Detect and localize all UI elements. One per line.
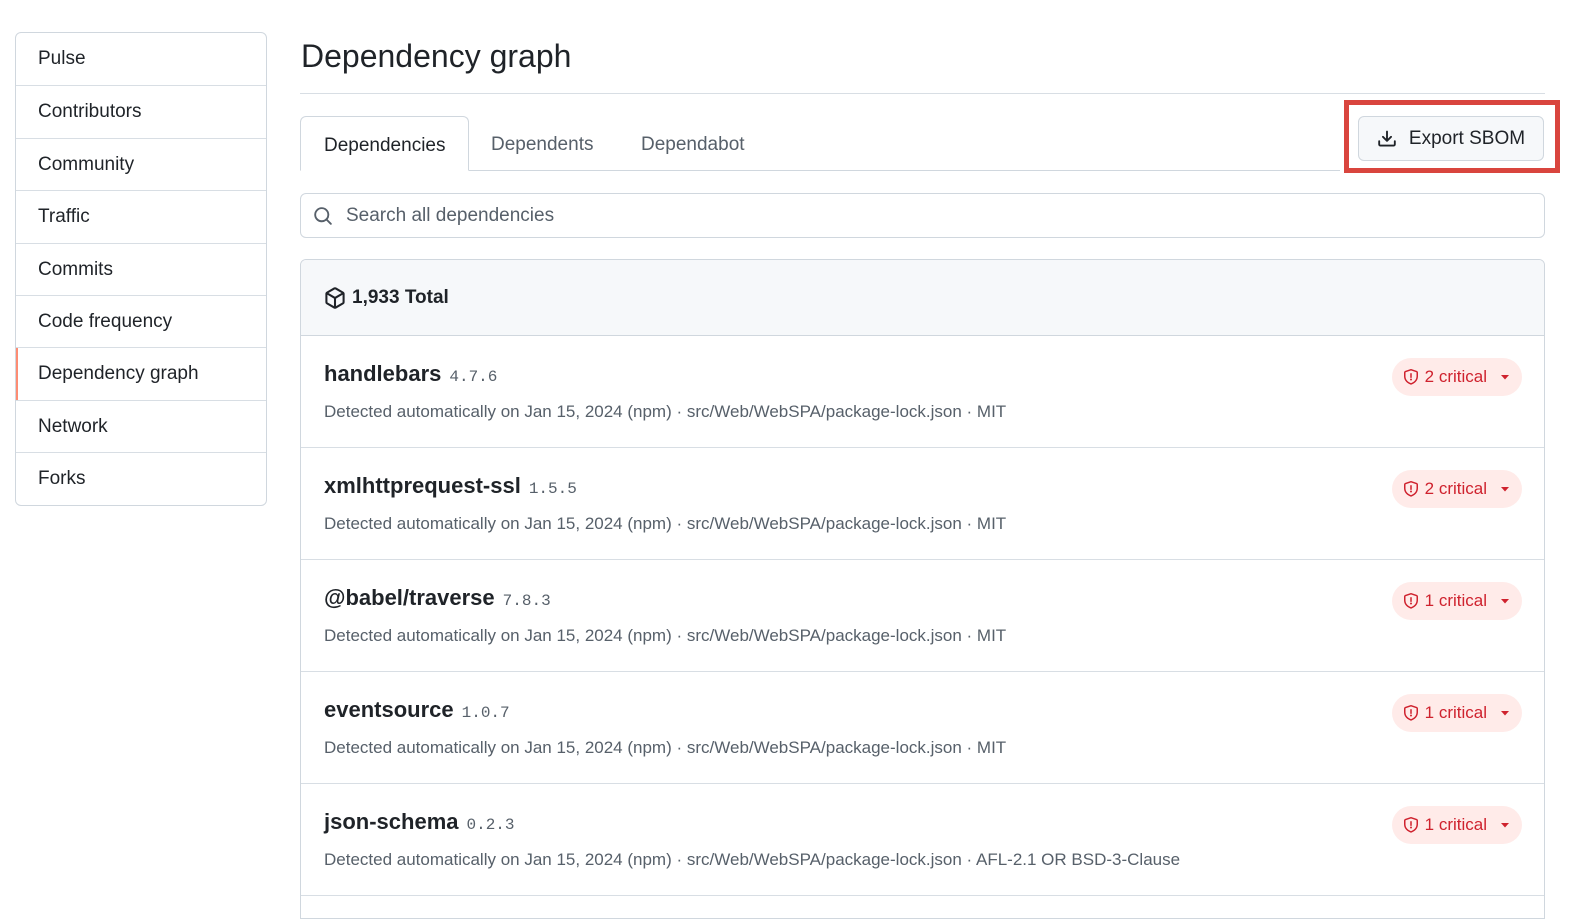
export-sbom-label: Export SBOM [1408,127,1526,149]
shield-alert-icon [1403,705,1418,721]
list-item: @babel/traverse 7.8.3 Detected automatica… [301,560,1544,672]
title-divider [300,93,1545,94]
dependency-name[interactable]: eventsource [324,697,454,722]
dependency-detection-info: Detected automatically on Jan 15, 2024 (… [324,738,1007,757]
dependencies-list: 1,933 Total handlebars 4.7.6 Detected aut… [300,259,1545,919]
insights-sidebar: Pulse Contributors Community Traffic Com… [15,32,267,506]
search-icon [314,206,332,225]
chevron-down-icon [1501,375,1509,380]
critical-alert-button[interactable]: 2 critical [1391,358,1522,396]
tab-dependencies[interactable]: Dependencies [300,116,470,171]
sidebar-item-dependency-graph[interactable]: Dependency graph [16,347,266,401]
dependency-version: 4.7.6 [449,368,498,386]
package-icon [325,286,345,309]
critical-alert-label: 1 critical [1424,591,1487,610]
shield-alert-icon [1403,481,1418,497]
dependencies-total: 1,933 Total [352,286,449,308]
list-item: eventsource 1.0.7 Detected automatically … [301,672,1544,784]
critical-alert-button[interactable]: 1 critical [1391,582,1522,620]
dependency-name[interactable]: json-schema [324,809,459,834]
critical-alert-button[interactable]: 1 critical [1391,694,1522,732]
dependency-detection-info: Detected automatically on Jan 15, 2024 (… [324,402,1007,421]
main-content: Dependency graph Dependencies Dependents… [300,0,1560,919]
export-sbom-button[interactable]: Export SBOM [1358,116,1544,161]
sidebar-item-traffic[interactable]: Traffic [16,190,266,242]
critical-alert-label: 1 critical [1424,815,1487,834]
tab-dependabot[interactable]: Dependabot [618,116,768,171]
sidebar-item-network[interactable]: Network [16,399,266,452]
shield-alert-icon [1403,369,1418,385]
sidebar-item-forks[interactable]: Forks [16,452,266,504]
dependency-name[interactable]: @babel/traverse [324,585,495,610]
chevron-down-icon [1501,711,1509,716]
dependency-detection-info: Detected automatically on Jan 15, 2024 (… [324,850,1181,869]
dependency-detection-info: Detected automatically on Jan 15, 2024 (… [324,626,1007,645]
dependency-version: 1.0.7 [461,704,510,722]
list-item: xmlhttprequest-ssl 1.5.5 Detected automat… [301,448,1544,560]
critical-alert-button[interactable]: 2 critical [1391,470,1522,508]
page-title: Dependency graph [301,38,572,74]
dependency-detection-info: Detected automatically on Jan 15, 2024 (… [324,514,1007,533]
sidebar-item-contributors[interactable]: Contributors [16,85,266,137]
chevron-down-icon [1501,599,1509,604]
sidebar-item-community[interactable]: Community [16,137,266,190]
search-input[interactable] [346,204,1544,227]
dependency-version: 7.8.3 [502,592,551,610]
dependency-name[interactable]: xmlhttprequest-ssl [324,473,521,498]
list-item: json-schema 0.2.3 Detected automatically … [301,784,1544,896]
chevron-down-icon [1501,487,1509,492]
search-box [300,193,1545,238]
dependency-name[interactable]: handlebars [324,361,441,386]
dependencies-summary: 1,933 Total [301,260,1544,336]
critical-alert-label: 2 critical [1424,367,1487,386]
critical-alert-label: 1 critical [1424,703,1487,722]
sidebar-item-code-frequency[interactable]: Code frequency [16,294,266,347]
dependency-version: 0.2.3 [466,816,515,834]
tab-dependents[interactable]: Dependents [468,116,616,171]
download-icon [1378,130,1396,146]
dependency-version: 1.5.5 [528,480,577,498]
critical-alert-label: 2 critical [1424,479,1487,498]
chevron-down-icon [1501,823,1509,828]
shield-alert-icon [1403,817,1418,833]
list-item: handlebars 4.7.6 Detected automatically o… [301,336,1544,448]
shield-alert-icon [1403,593,1418,609]
sidebar-item-pulse[interactable]: Pulse [16,33,266,85]
export-highlight-box: Export SBOM [1344,100,1560,173]
critical-alert-button[interactable]: 1 critical [1391,806,1522,844]
sidebar-item-commits[interactable]: Commits [16,242,266,295]
